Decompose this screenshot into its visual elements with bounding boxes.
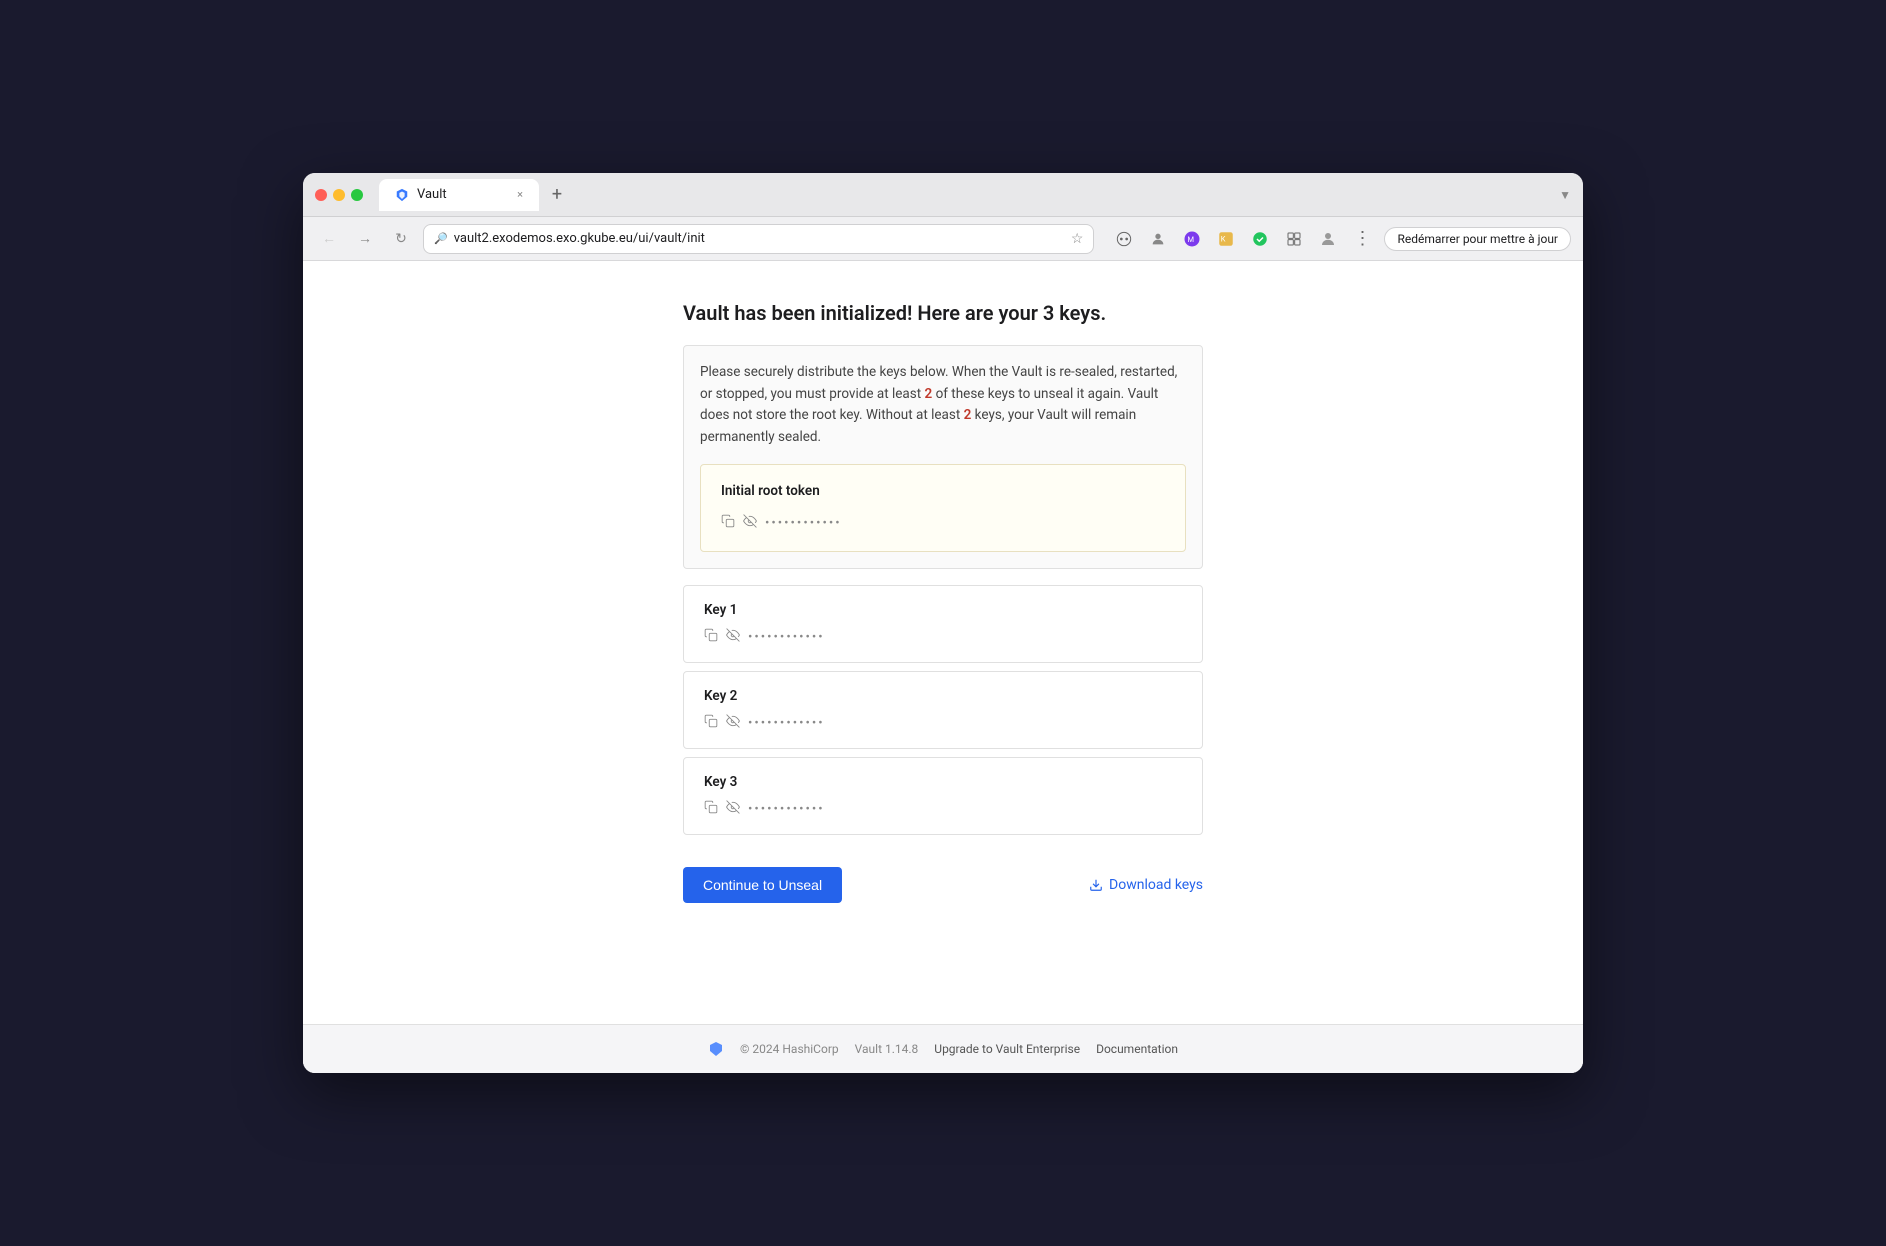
profile-avatar[interactable] — [1144, 225, 1172, 253]
copy-icon-key1[interactable] — [704, 628, 718, 646]
footer-docs-link[interactable]: Documentation — [1096, 1042, 1178, 1056]
address-text: vault2.exodemos.exo.gkube.eu/ui/vault/in… — [454, 231, 1065, 246]
key-2-value: •••••••••••• — [748, 716, 825, 731]
vault-main: Vault has been initialized! Here are you… — [683, 301, 1203, 903]
toggle-visibility-icon-root[interactable] — [743, 513, 757, 535]
footer-enterprise-link[interactable]: Upgrade to Vault Enterprise — [934, 1042, 1080, 1056]
maximize-button[interactable] — [351, 189, 363, 201]
key-2-box: Key 2 •••••••••••• — [683, 671, 1203, 749]
minimize-button[interactable] — [333, 189, 345, 201]
svg-text:K: K — [1221, 234, 1226, 243]
footer-logo — [708, 1041, 724, 1057]
toggle-visibility-icon-key2[interactable] — [726, 714, 740, 732]
initial-root-token-row: •••••••••••• — [721, 513, 1165, 535]
browser-actions: M K ⋮ — [1110, 225, 1376, 253]
key-3-box: Key 3 •••••••••••• — [683, 757, 1203, 835]
title-bar: Vault × + ▼ — [303, 173, 1583, 217]
toggle-visibility-icon-key3[interactable] — [726, 800, 740, 818]
key-1-box: Key 1 •••••••••••• — [683, 585, 1203, 663]
extensions-puzzle[interactable] — [1280, 225, 1308, 253]
back-button[interactable]: ← — [315, 225, 343, 253]
footer: © 2024 HashiCorp Vault 1.14.8 Upgrade to… — [303, 1024, 1583, 1073]
initial-root-token-section: Initial root token •••••••••••• — [700, 464, 1186, 552]
menu-dots[interactable]: ⋮ — [1348, 225, 1376, 253]
address-bar[interactable]: 🔎 vault2.exodemos.exo.gkube.eu/ui/vault/… — [423, 224, 1094, 254]
download-keys-link[interactable]: Download keys — [1089, 877, 1203, 893]
key-3-label: Key 3 — [704, 774, 1182, 790]
download-keys-label: Download keys — [1109, 877, 1203, 893]
key-1-value: •••••••••••• — [748, 630, 825, 645]
action-row: Continue to Unseal Download keys — [683, 855, 1203, 903]
reload-button[interactable]: ↻ — [387, 225, 415, 253]
info-box: Please securely distribute the keys belo… — [683, 345, 1203, 569]
copy-icon-key3[interactable] — [704, 800, 718, 818]
key-3-row: •••••••••••• — [704, 800, 1182, 818]
tab-bar: Vault × + — [379, 179, 1551, 211]
key-1-row: •••••••••••• — [704, 628, 1182, 646]
download-icon — [1089, 878, 1103, 892]
extension-3[interactable] — [1246, 225, 1274, 253]
vault-tab-icon — [395, 188, 409, 202]
key-2-row: •••••••••••• — [704, 714, 1182, 732]
address-lock-icon: 🔎 — [434, 232, 448, 245]
continue-to-unseal-button[interactable]: Continue to Unseal — [683, 867, 842, 903]
vault-footer-icon — [708, 1041, 724, 1057]
copy-icon-key2[interactable] — [704, 714, 718, 732]
copy-icon-root[interactable] — [721, 513, 735, 535]
vault-content: Vault has been initialized! Here are you… — [303, 261, 1583, 1024]
traffic-lights — [315, 189, 363, 201]
new-tab-button[interactable]: + — [543, 181, 571, 209]
svg-text:M: M — [1188, 235, 1195, 244]
nav-bar: ← → ↻ 🔎 vault2.exodemos.exo.gkube.eu/ui/… — [303, 217, 1583, 261]
footer-version: Vault 1.14.8 — [855, 1042, 919, 1056]
footer-copyright: © 2024 HashiCorp — [740, 1042, 839, 1056]
tab-close-button[interactable]: × — [517, 188, 523, 201]
active-tab[interactable]: Vault × — [379, 179, 539, 211]
page-title: Vault has been initialized! Here are you… — [683, 301, 1203, 325]
window-dropdown[interactable]: ▼ — [1559, 188, 1571, 202]
initial-root-token-value: •••••••••••• — [765, 514, 842, 535]
extension-2[interactable]: K — [1212, 225, 1240, 253]
user-profile-icon[interactable] — [1314, 225, 1342, 253]
key-2-label: Key 2 — [704, 688, 1182, 704]
close-button[interactable] — [315, 189, 327, 201]
forward-button[interactable]: → — [351, 225, 379, 253]
toggle-visibility-icon-key1[interactable] — [726, 628, 740, 646]
page-content: Vault has been initialized! Here are you… — [303, 261, 1583, 1073]
key-1-label: Key 1 — [704, 602, 1182, 618]
extensions-icon[interactable] — [1110, 225, 1138, 253]
extension-1[interactable]: M — [1178, 225, 1206, 253]
update-button[interactable]: Redémarrer pour mettre à jour — [1384, 227, 1571, 251]
bookmark-icon[interactable]: ☆ — [1071, 231, 1084, 247]
initial-root-token-label: Initial root token — [721, 481, 1165, 503]
key-3-value: •••••••••••• — [748, 802, 825, 817]
tab-title: Vault — [417, 187, 447, 202]
